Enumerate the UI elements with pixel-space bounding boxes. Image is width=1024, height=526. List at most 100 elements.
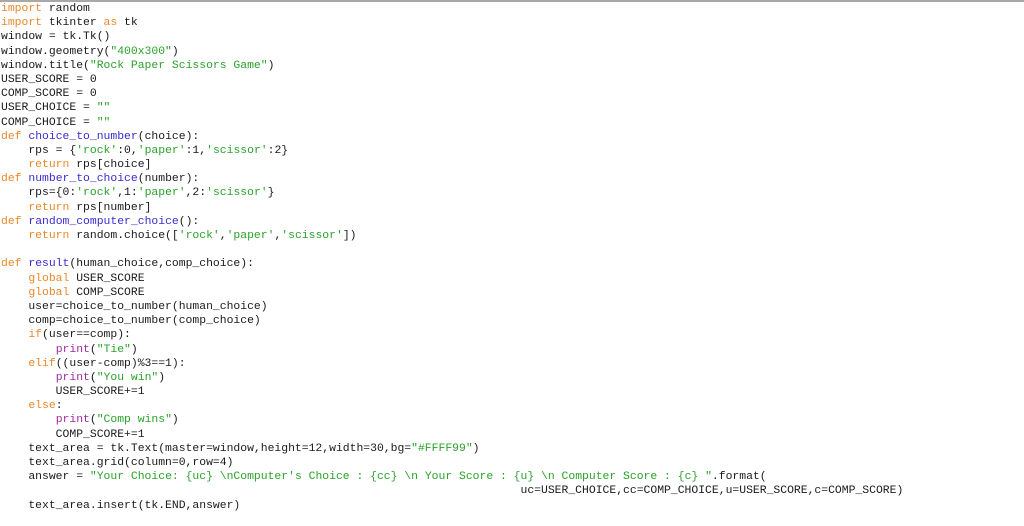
code-text: window = tk.Tk() xyxy=(1,31,111,44)
code-line: USER_SCORE = 0 xyxy=(1,73,903,87)
code-text: ,2: xyxy=(185,187,207,200)
code-text: ( xyxy=(89,414,97,427)
code-text: ((user-comp)%3==1): xyxy=(55,357,186,370)
code-text: ,1: xyxy=(117,187,138,200)
string-token: "Your Choice: {uc} \nComputer's Choice :… xyxy=(89,471,712,484)
code-line: print("Comp wins") xyxy=(1,413,903,427)
code-text: window.geometry( xyxy=(1,45,111,58)
code-text: ) xyxy=(171,45,179,58)
keyword-token: return xyxy=(28,159,70,172)
code-text: random.choice([ xyxy=(69,230,179,242)
code-line: return rps[choice] xyxy=(1,158,903,172)
code-text: tkinter xyxy=(42,17,104,30)
code-text: (): xyxy=(178,215,200,228)
code-text: random xyxy=(42,3,90,15)
code-text: USER_SCORE = 0 xyxy=(1,73,97,86)
code-text: : xyxy=(55,400,63,413)
code-text: } xyxy=(267,187,275,200)
code-text: text_area.grid(column=0,row=4) xyxy=(1,457,234,469)
string-token: 'paper' xyxy=(226,230,275,242)
code-text: ) xyxy=(130,343,138,356)
function-name-token: choice_to_number xyxy=(28,130,138,143)
code-line: uc=USER_CHOICE,cc=COMP_CHOICE,u=USER_SCO… xyxy=(1,484,903,498)
code-line: def choice_to_number(choice): xyxy=(1,130,903,144)
code-line: return rps[number] xyxy=(1,201,903,215)
code-line: else: xyxy=(1,399,903,413)
keyword-token: global xyxy=(28,286,70,299)
code-text: user=choice_to_number(human_choice) xyxy=(1,300,268,313)
code-line: USER_CHOICE = "" xyxy=(1,101,903,115)
code-line: elif((user-comp)%3==1): xyxy=(1,357,903,371)
code-line: if(user==comp): xyxy=(1,328,903,342)
string-token: 'scissor' xyxy=(281,230,343,242)
code-text: ) xyxy=(267,59,275,72)
code-text: ( xyxy=(89,371,97,384)
code-text: comp=choice_to_number(comp_choice) xyxy=(1,315,261,328)
string-token: "Tie" xyxy=(96,343,131,356)
code-text: (user==comp): xyxy=(42,329,131,342)
code-text: answer = xyxy=(1,471,90,484)
code-text: rps={0: xyxy=(1,187,77,200)
string-token: 'rock' xyxy=(178,230,220,242)
keyword-token: global xyxy=(28,272,70,285)
builtin-token: print xyxy=(55,414,90,427)
code-text: USER_CHOICE = xyxy=(1,102,97,115)
function-name-token: result xyxy=(28,258,70,271)
function-name-token: number_to_choice xyxy=(28,173,138,186)
code-text: COMP_CHOICE = xyxy=(1,116,97,129)
builtin-token: print xyxy=(55,343,90,356)
string-token: "400x300" xyxy=(110,45,172,58)
code-editor[interactable]: import random import tkinter as tk window … xyxy=(1,2,903,513)
string-token: "You win" xyxy=(96,371,159,384)
code-text: ) xyxy=(171,414,179,427)
code-line: global USER_SCORE xyxy=(1,272,903,286)
code-line: comp=choice_to_number(comp_choice) xyxy=(1,314,903,328)
code-line: def result(human_choice,comp_choice): xyxy=(1,257,903,271)
code-text: USER_SCORE+=1 xyxy=(1,386,145,399)
code-text: rps[number] xyxy=(69,201,152,214)
string-token: 'rock' xyxy=(76,144,118,157)
code-text: COMP_SCORE xyxy=(69,286,145,299)
code-line: COMP_CHOICE = "" xyxy=(1,116,903,130)
code-text: ]) xyxy=(342,230,357,242)
keyword-token: import xyxy=(1,17,43,30)
code-line: rps = {'rock':0,'paper':1,'scissor':2} xyxy=(1,144,903,158)
string-token: "#FFFF99" xyxy=(411,442,473,455)
code-line: global COMP_SCORE xyxy=(1,286,903,300)
code-line: return random.choice(['rock','paper','sc… xyxy=(1,229,903,243)
code-text: USER_SCORE xyxy=(69,272,145,285)
code-text: rps[choice] xyxy=(69,159,152,172)
code-text: COMP_SCORE = 0 xyxy=(1,88,97,101)
string-token: 'paper' xyxy=(137,144,186,157)
code-line: import random xyxy=(1,2,903,16)
keyword-token: def xyxy=(1,130,22,143)
code-text: :1, xyxy=(185,144,207,157)
keyword-token: as xyxy=(103,17,118,30)
string-token: 'rock' xyxy=(76,187,118,200)
code-text: ) xyxy=(472,442,480,455)
string-token: 'scissor' xyxy=(206,187,268,200)
code-text: :0, xyxy=(117,144,138,157)
code-line: window.title("Rock Paper Scissors Game") xyxy=(1,59,903,73)
string-token: "" xyxy=(96,102,111,115)
code-text: ) xyxy=(158,371,166,384)
builtin-token: print xyxy=(55,371,90,384)
code-line: COMP_SCORE+=1 xyxy=(1,428,903,442)
code-text: uc=USER_CHOICE,cc=COMP_CHOICE,u=USER_SCO… xyxy=(1,485,904,498)
keyword-token: def xyxy=(1,173,22,186)
code-line: COMP_SCORE = 0 xyxy=(1,87,903,101)
code-text: (choice): xyxy=(137,130,200,143)
code-line: print("Tie") xyxy=(1,343,903,357)
code-line: def number_to_choice(number): xyxy=(1,172,903,186)
code-text: window.title( xyxy=(1,59,90,72)
